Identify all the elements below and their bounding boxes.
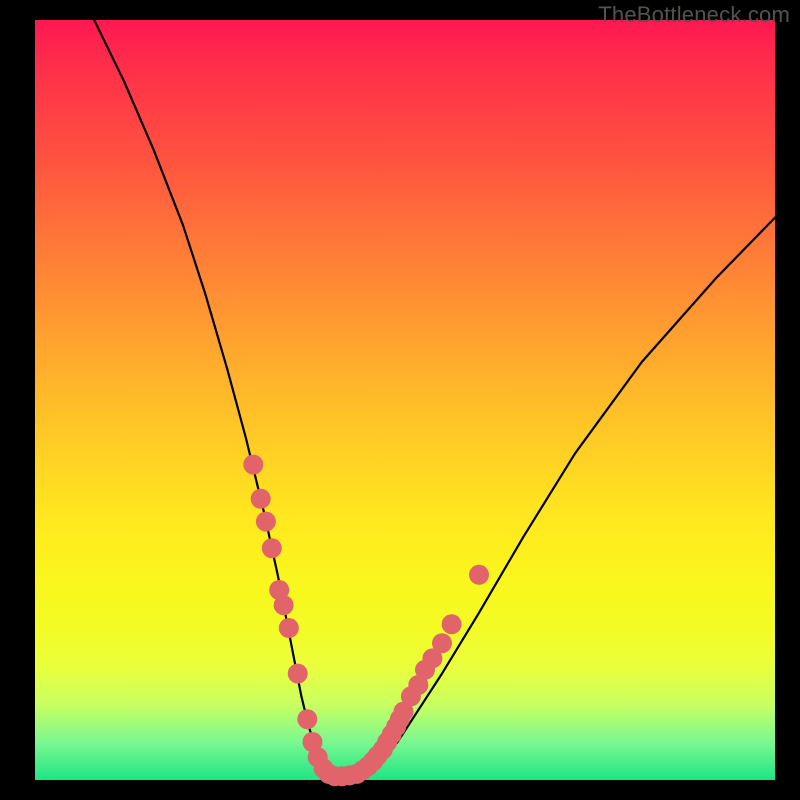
data-point — [274, 595, 294, 615]
data-point — [256, 512, 276, 532]
data-point — [262, 538, 282, 558]
data-point — [243, 455, 263, 475]
data-point — [297, 709, 317, 729]
data-point — [432, 633, 452, 653]
chart-svg — [0, 0, 800, 800]
data-point — [251, 489, 271, 509]
data-point — [442, 614, 462, 634]
data-point — [279, 618, 299, 638]
data-markers — [243, 455, 489, 787]
data-point — [288, 664, 308, 684]
data-point — [469, 565, 489, 585]
